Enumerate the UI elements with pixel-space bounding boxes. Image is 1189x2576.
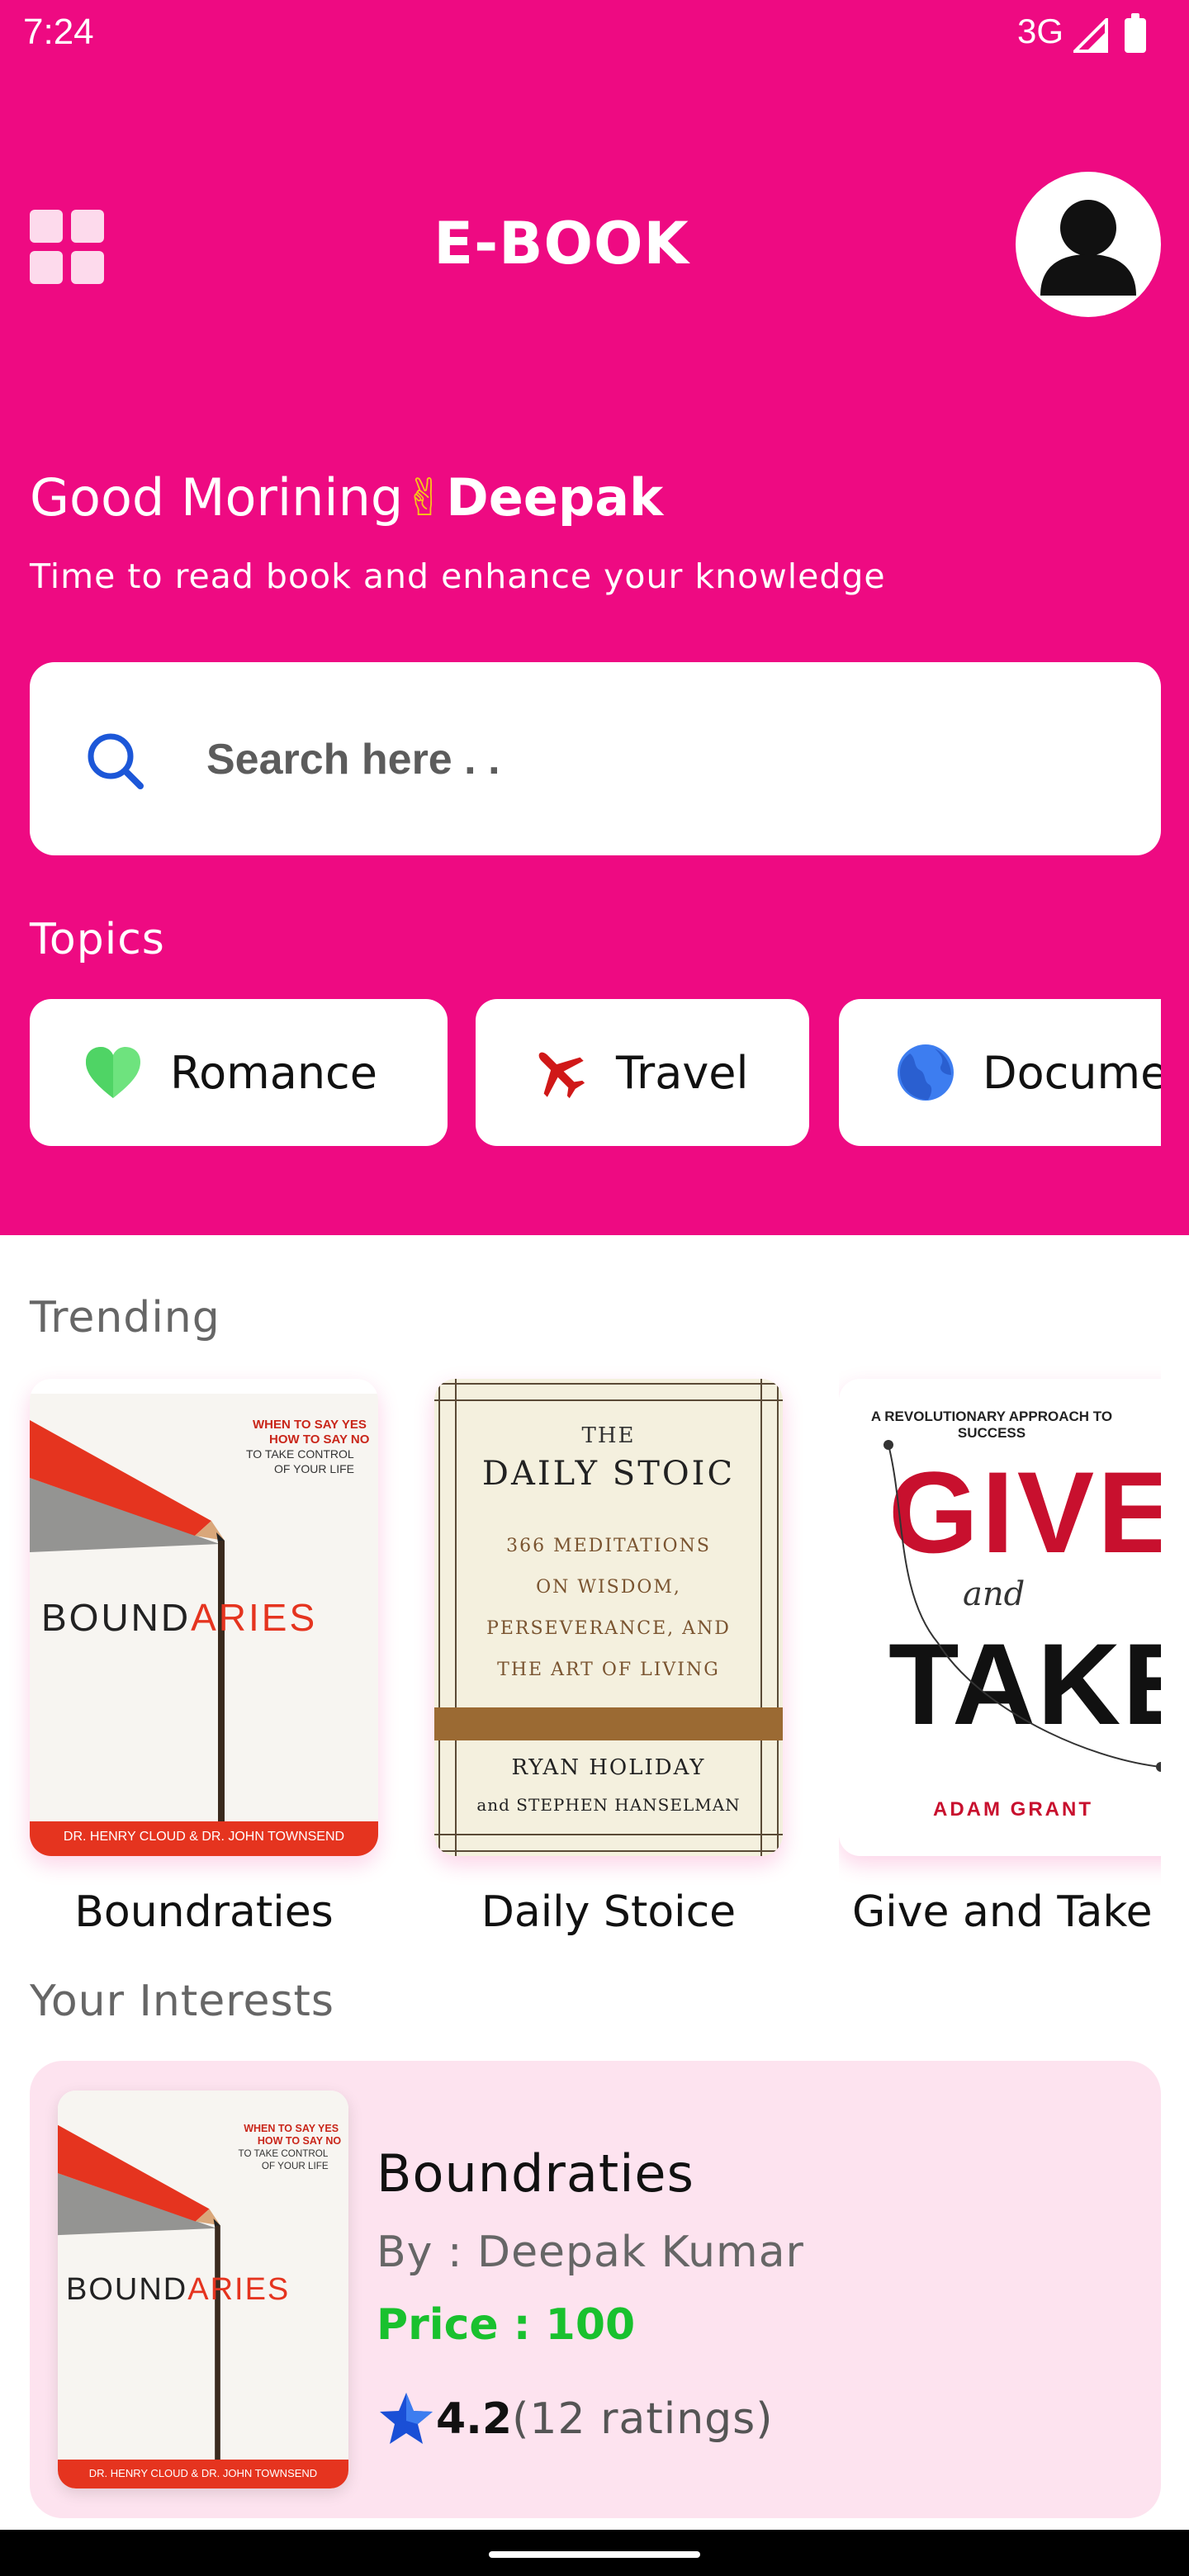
topics-heading: Topics: [30, 915, 165, 964]
topic-label: Romance: [170, 1046, 377, 1099]
cover-title: BOUNDARIES: [41, 1596, 318, 1639]
rating-value: 4.2: [436, 2394, 513, 2444]
search-icon: [88, 733, 144, 789]
cover-author: RYAN HOLIDAY: [511, 1755, 706, 1780]
greeting-name: Deepak: [446, 467, 664, 528]
interest-book-price: Price : 100: [377, 2300, 636, 2350]
interests-heading: Your Interests: [30, 1977, 335, 2026]
svg-text:HOW TO SAY NO: HOW TO SAY NO: [269, 1432, 370, 1447]
greeting: Good Morining✌Deepak: [30, 467, 663, 528]
signal-icon: [1073, 18, 1108, 53]
topic-chip-documentary[interactable]: Docume: [839, 999, 1161, 1146]
cover-title: DAILY STOIC: [481, 1455, 736, 1493]
app-title: E-BOOK: [433, 210, 689, 277]
topic-chip-travel[interactable]: Travel: [476, 999, 809, 1146]
cover-line: PERSEVERANCE, AND: [486, 1618, 731, 1639]
status-time: 7:24: [23, 12, 94, 52]
interest-book-title: Boundraties: [377, 2143, 694, 2204]
cover-authors: DR. HENRY CLOUD & DR. JOHN TOWNSEND: [63, 1830, 345, 1844]
trending-book-cover[interactable]: A REVOLUTIONARY APPROACH TO SUCCESS GIVE…: [839, 1379, 1161, 1856]
cover-head: THE: [581, 1423, 636, 1448]
cover-authors: DR. HENRY CLOUD & DR. JOHN TOWNSEND: [88, 2467, 318, 2479]
topic-chip-romance[interactable]: Romance: [30, 999, 448, 1146]
cover-frame: [434, 1379, 783, 1856]
cover-coauthor: and STEPHEN HANSELMAN: [476, 1795, 741, 1815]
svg-text:WHEN TO SAY YES: WHEN TO SAY YES: [253, 1418, 367, 1432]
battery-icon: [1125, 13, 1146, 53]
cover-line: 366 MEDITATIONS: [506, 1536, 711, 1556]
cover-title: BOUNDARIES: [66, 2272, 291, 2307]
airplane-icon: [538, 1052, 585, 1099]
greeting-subtitle: Time to read book and enhance your knowl…: [30, 556, 886, 596]
climber-rope-art: [883, 1440, 1161, 1772]
trending-clip: A REVOLUTIONARY APPROACH TO SUCCESS GIVE…: [839, 1362, 1161, 1891]
interest-book-author: By : Deepak Kumar: [377, 2228, 804, 2277]
trending-book-title-visible: Give and Take: [852, 1887, 1153, 1937]
star-icon: [380, 2393, 433, 2444]
victory-hand-icon: ✌: [403, 467, 447, 528]
trending-book-cover[interactable]: THE DAILY STOIC 366 MEDITATIONS ON WISDO…: [434, 1379, 783, 1856]
home-gesture-handle[interactable]: [489, 2551, 700, 2558]
network-type: 3G: [1016, 12, 1063, 50]
svg-text:TO TAKE CONTROL: TO TAKE CONTROL: [239, 2148, 329, 2159]
svg-text:HOW TO SAY NO: HOW TO SAY NO: [258, 2135, 341, 2147]
trending-heading: Trending: [30, 1293, 220, 1342]
profile-avatar[interactable]: [1016, 172, 1161, 317]
cover-author: ADAM GRANT: [933, 1798, 1093, 1821]
svg-text:OF YOUR LIFE: OF YOUR LIFE: [274, 1462, 354, 1475]
svg-text:TO TAKE CONTROL: TO TAKE CONTROL: [246, 1447, 354, 1461]
rating-count: (12 ratings): [512, 2394, 774, 2444]
cover-line: THE ART OF LIVING: [497, 1660, 720, 1680]
topic-label: Travel: [616, 1046, 749, 1099]
rating-row: 4.2 (12 ratings): [377, 2389, 774, 2449]
greeting-prefix: Good Morining: [30, 467, 404, 528]
trending-book-title: Daily Stoice: [481, 1887, 737, 1937]
cover-line: ON WISDOM,: [536, 1577, 681, 1598]
interest-book-cover[interactable]: WHEN TO SAY YES HOW TO SAY NO TO TAKE CO…: [58, 2091, 348, 2488]
user-icon: [1040, 200, 1136, 296]
svg-text:WHEN TO SAY YES: WHEN TO SAY YES: [244, 2123, 339, 2134]
svg-text:OF YOUR LIFE: OF YOUR LIFE: [262, 2161, 329, 2171]
globe-icon: [898, 1044, 954, 1101]
search-input[interactable]: [206, 727, 1115, 793]
topic-label: Docume: [983, 1046, 1161, 1099]
trending-book-title: Boundraties: [74, 1887, 334, 1937]
trending-book-cover[interactable]: WHEN TO SAY YES HOW TO SAY NO TO TAKE CO…: [30, 1379, 378, 1856]
heart-icon: [86, 1047, 140, 1098]
